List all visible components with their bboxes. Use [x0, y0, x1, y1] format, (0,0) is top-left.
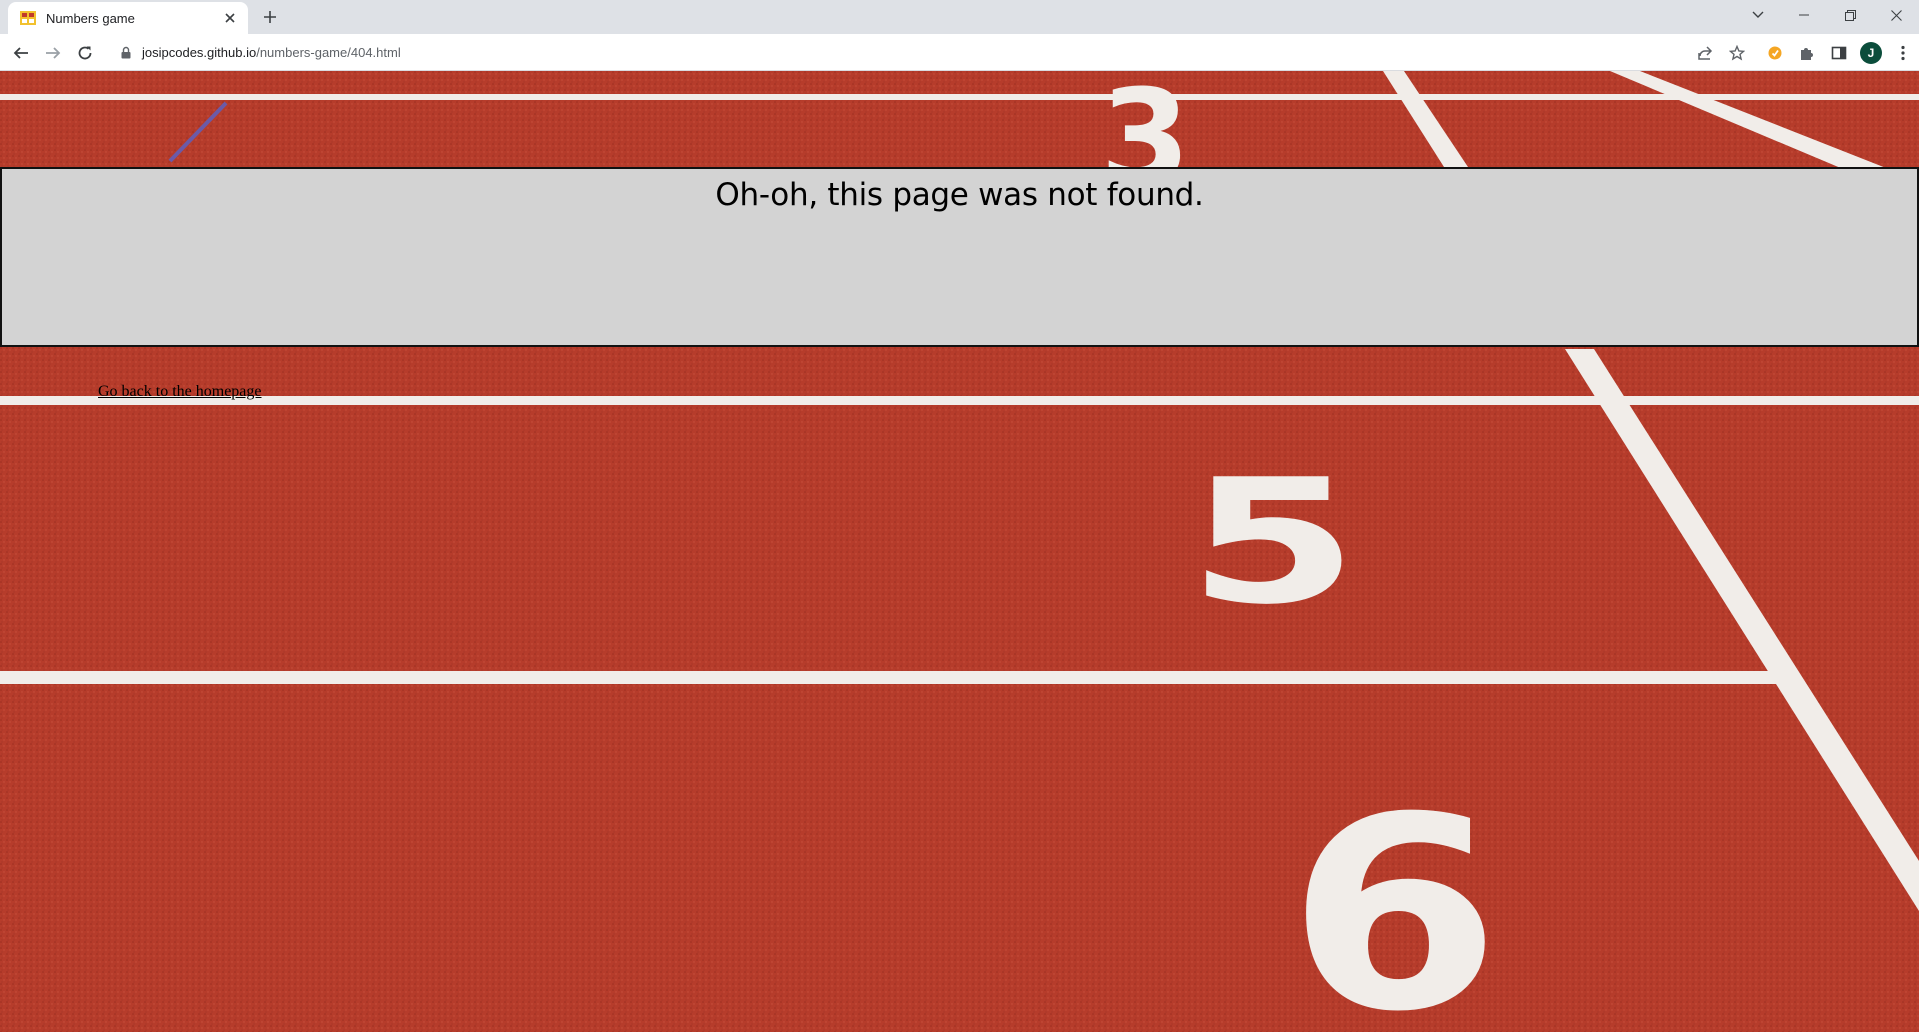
tab-numbers-game[interactable]: Numbers game — [8, 2, 248, 34]
lock-icon[interactable] — [118, 44, 134, 60]
forward-arrow-icon[interactable] — [40, 40, 66, 66]
lane-number-5: 5 — [1187, 443, 1358, 643]
new-tab-plus-icon[interactable] — [258, 5, 282, 29]
window-controls — [1735, 0, 1919, 30]
minimize-icon[interactable] — [1781, 0, 1827, 30]
tab-search-chevron-icon[interactable] — [1735, 0, 1781, 30]
page-title: Oh-oh, this page was not found. — [715, 177, 1204, 213]
close-icon[interactable] — [220, 8, 240, 28]
share-icon[interactable] — [1689, 38, 1721, 68]
page-viewport: 3 5 6 Oh-oh, this page was not found. Go… — [0, 71, 1919, 1032]
lane-number-6: 6 — [1287, 760, 1501, 1032]
tab-strip: Numbers game — [0, 0, 1919, 34]
browser-toolbar: josipcodes.github.io/numbers-game/404.ht… — [0, 34, 1919, 71]
star-icon[interactable] — [1721, 38, 1753, 68]
tab-title: Numbers game — [46, 10, 135, 26]
url-host: josipcodes.github.io — [142, 44, 257, 60]
side-panel-icon[interactable] — [1823, 38, 1855, 68]
profile-avatar[interactable]: J — [1855, 38, 1887, 68]
toolbar-actions: J — [1689, 38, 1919, 68]
window-close-icon[interactable] — [1873, 0, 1919, 30]
reload-icon[interactable] — [72, 40, 98, 66]
puzzle-icon[interactable] — [1791, 38, 1823, 68]
url-text: josipcodes.github.io/numbers-game/404.ht… — [142, 45, 401, 60]
back-arrow-icon[interactable] — [8, 40, 34, 66]
homepage-link[interactable]: Go back to the homepage — [98, 383, 262, 401]
kebab-menu-icon[interactable] — [1887, 38, 1919, 68]
not-found-panel: Oh-oh, this page was not found. Go back … — [0, 167, 1919, 400]
avatar-initial: J — [1860, 42, 1882, 64]
address-bar[interactable]: josipcodes.github.io/numbers-game/404.ht… — [108, 37, 1774, 67]
url-path: /numbers-game/404.html — [256, 44, 401, 60]
restore-icon[interactable] — [1827, 0, 1873, 30]
numbers-grid-favicon-icon — [20, 11, 36, 25]
extension-badge-icon[interactable] — [1759, 38, 1791, 68]
